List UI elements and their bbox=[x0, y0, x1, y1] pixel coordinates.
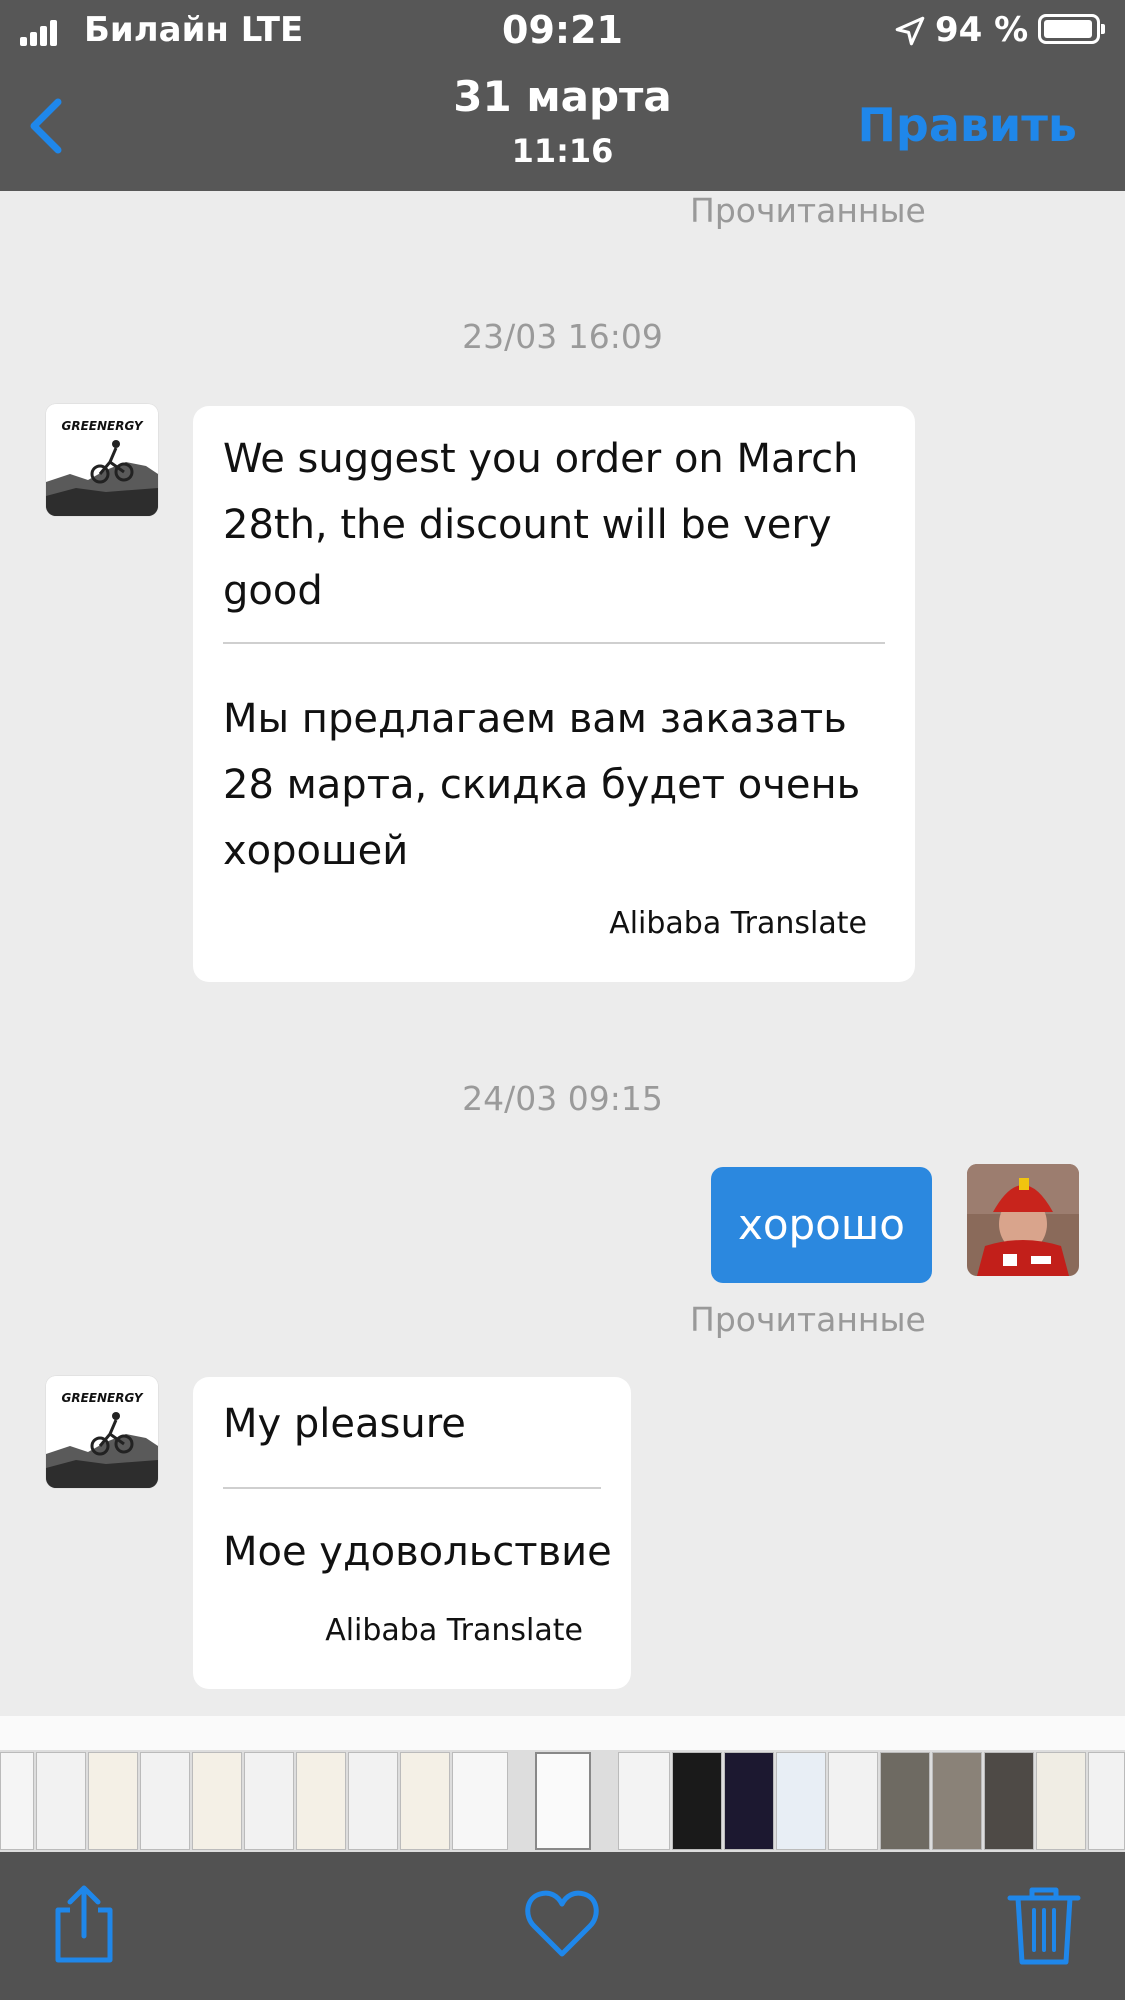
photo-filmstrip[interactable] bbox=[0, 1750, 1125, 1852]
thumbnail[interactable] bbox=[880, 1752, 930, 1850]
chat-area[interactable]: Прочитанные 23/03 16:09 GREENERGY We sug… bbox=[0, 191, 1125, 1716]
incoming-message[interactable]: We suggest you order on March 28th, the … bbox=[193, 406, 915, 982]
message-original: My pleasure bbox=[223, 1401, 466, 1447]
read-status-label: Прочитанные bbox=[690, 1300, 926, 1339]
outgoing-message[interactable]: хорошо bbox=[711, 1167, 932, 1283]
thumbnail[interactable] bbox=[296, 1752, 346, 1850]
trash-icon[interactable] bbox=[1004, 1882, 1084, 1966]
thumbnail[interactable] bbox=[400, 1752, 450, 1850]
incoming-message[interactable]: My pleasure Мое удовольствие Alibaba Tra… bbox=[193, 1377, 631, 1689]
location-arrow-icon bbox=[895, 16, 925, 46]
seller-avatar[interactable]: GREENERGY bbox=[46, 1376, 158, 1488]
thumbnail[interactable] bbox=[776, 1752, 826, 1850]
edit-button[interactable]: Править bbox=[857, 98, 1077, 152]
share-icon[interactable] bbox=[44, 1882, 124, 1966]
thumbnail[interactable] bbox=[348, 1752, 398, 1850]
message-translation: Мое удовольствие bbox=[223, 1529, 612, 1575]
divider bbox=[223, 642, 885, 644]
message-original: We suggest you order on March 28th, the … bbox=[223, 436, 859, 614]
thumbnail[interactable] bbox=[1036, 1752, 1086, 1850]
thumbnail[interactable] bbox=[244, 1752, 294, 1850]
separator bbox=[0, 1716, 1125, 1750]
timestamp: 23/03 16:09 bbox=[462, 317, 663, 356]
thumbnail[interactable] bbox=[618, 1752, 670, 1850]
thumbnail[interactable] bbox=[984, 1752, 1034, 1850]
thumbnail[interactable] bbox=[36, 1752, 86, 1850]
top-bar: Билайн LTE 09:21 94 % 31 марта 11:16 Пра… bbox=[0, 0, 1125, 191]
translation-credit: Alibaba Translate bbox=[609, 906, 867, 941]
thumbnail[interactable] bbox=[452, 1752, 508, 1850]
thumbnail[interactable] bbox=[88, 1752, 138, 1850]
user-photo-icon bbox=[967, 1164, 1079, 1276]
thumbnail[interactable] bbox=[724, 1752, 774, 1850]
heart-icon[interactable] bbox=[522, 1882, 602, 1966]
battery-icon bbox=[1038, 14, 1105, 44]
timestamp: 24/03 09:15 bbox=[462, 1079, 663, 1118]
thumbnail-selected[interactable] bbox=[535, 1752, 591, 1850]
translation-credit: Alibaba Translate bbox=[325, 1613, 583, 1648]
thumbnail[interactable] bbox=[1088, 1752, 1125, 1850]
seller-logo-icon: GREENERGY bbox=[46, 1376, 158, 1488]
bottom-toolbar bbox=[0, 1852, 1125, 2000]
seller-brand-text: GREENERGY bbox=[61, 419, 143, 433]
thumbnail[interactable] bbox=[672, 1752, 722, 1850]
thumbnail[interactable] bbox=[828, 1752, 878, 1850]
message-translation: Мы предлагаем вам заказать 28 марта, ски… bbox=[223, 696, 861, 874]
thumbnail[interactable] bbox=[932, 1752, 982, 1850]
read-status-label: Прочитанные bbox=[690, 191, 926, 230]
seller-logo-icon: GREENERGY bbox=[46, 404, 158, 516]
thumbnail[interactable] bbox=[140, 1752, 190, 1850]
seller-avatar[interactable]: GREENERGY bbox=[46, 404, 158, 516]
status-bar: Билайн LTE 09:21 94 % bbox=[0, 0, 1125, 62]
user-avatar[interactable] bbox=[967, 1164, 1079, 1276]
thumbnail[interactable] bbox=[0, 1752, 34, 1850]
battery-percent: 94 % bbox=[935, 10, 1029, 50]
divider bbox=[223, 1487, 601, 1489]
thumbnail[interactable] bbox=[192, 1752, 242, 1850]
seller-brand-text: GREENERGY bbox=[61, 1391, 143, 1405]
